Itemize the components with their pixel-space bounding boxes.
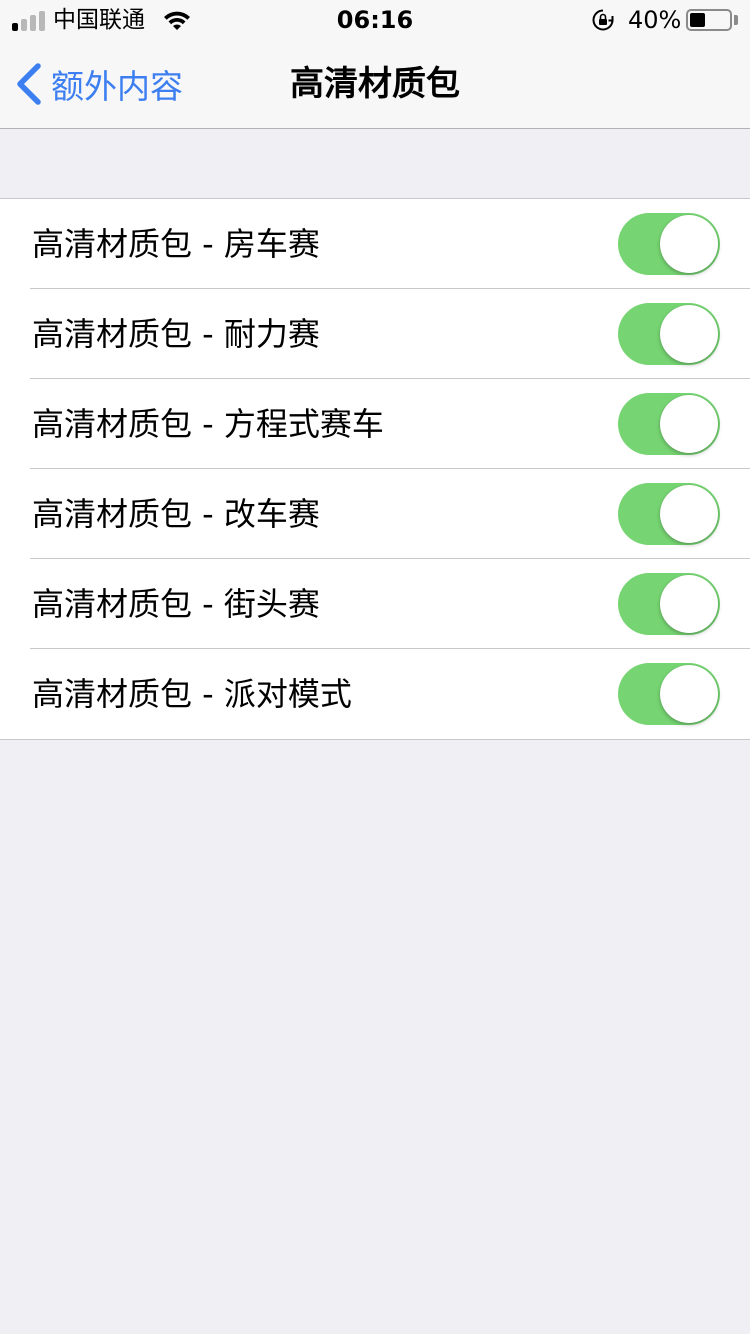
toggle-knob — [660, 575, 718, 633]
navigation-bar: 额外内容 高清材质包 — [0, 40, 750, 129]
screen: 中国联通 06:16 40% 额外内容 高清材质包 高清材质包 - 房车赛 高清… — [0, 0, 750, 1334]
list-item: 高清材质包 - 街头赛 — [0, 559, 750, 649]
battery-level-fill — [690, 13, 705, 27]
orientation-lock-icon — [592, 9, 614, 31]
list-item: 高清材质包 - 改车赛 — [0, 469, 750, 559]
toggle-switch[interactable] — [618, 573, 720, 635]
toggle-switch[interactable] — [618, 663, 720, 725]
list-item: 高清材质包 - 方程式赛车 — [0, 379, 750, 469]
toggle-switch[interactable] — [618, 303, 720, 365]
list-item: 高清材质包 - 耐力赛 — [0, 289, 750, 379]
battery-icon — [686, 9, 732, 31]
toggle-knob — [660, 665, 718, 723]
list-item: 高清材质包 - 房车赛 — [0, 199, 750, 289]
status-bar: 中国联通 06:16 40% — [0, 0, 750, 40]
list-item-label: 高清材质包 - 街头赛 — [32, 585, 320, 623]
page-title: 高清材质包 — [290, 64, 460, 104]
toggle-switch[interactable] — [618, 483, 720, 545]
list-item-label: 高清材质包 - 耐力赛 — [32, 315, 320, 353]
toggle-knob — [660, 485, 718, 543]
toggle-knob — [660, 395, 718, 453]
list-item-label: 高清材质包 - 派对模式 — [32, 675, 352, 713]
toggle-switch[interactable] — [618, 213, 720, 275]
list-item-label: 高清材质包 - 房车赛 — [32, 225, 320, 263]
battery-percent: 40% — [628, 6, 682, 34]
toggle-knob — [660, 305, 718, 363]
toggle-switch[interactable] — [618, 393, 720, 455]
battery-cap — [734, 15, 738, 25]
list-item-label: 高清材质包 - 改车赛 — [32, 495, 320, 533]
settings-list: 高清材质包 - 房车赛 高清材质包 - 耐力赛高清材质包 - 方程式赛车 高清材质包… — [0, 198, 750, 740]
list-item-label: 高清材质包 - 方程式赛车 — [32, 405, 384, 443]
list-item: 高清材质包 - 派对模式 — [0, 649, 750, 739]
toggle-knob — [660, 215, 718, 273]
